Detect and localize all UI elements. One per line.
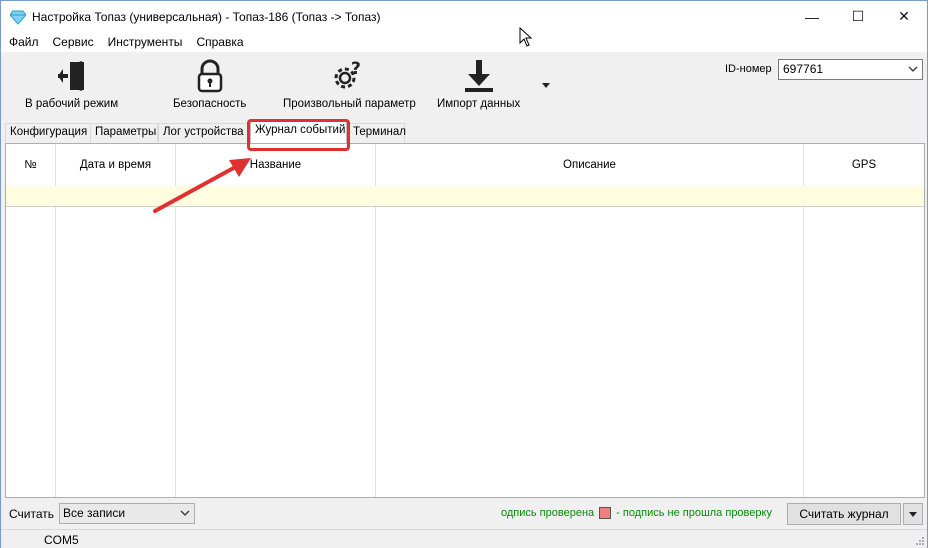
bottom-bar: Считать Все записи одпись проверена - по…: [1, 501, 927, 527]
tab-strip: Конфигурация Параметры Лог устройства Жу…: [1, 121, 927, 143]
caret-down-icon: [909, 512, 917, 517]
read-journal-label: Считать журнал: [799, 507, 889, 521]
chevron-down-icon: [908, 66, 918, 72]
resize-grip-icon[interactable]: [915, 536, 925, 546]
close-button[interactable]: ✕: [881, 1, 927, 32]
records-filter-value: Все записи: [63, 506, 126, 520]
import-data-button[interactable]: Импорт данных: [437, 58, 520, 114]
status-bar: COM5: [1, 529, 927, 548]
status-port: COM5: [44, 533, 79, 547]
title-bar: Настройка Топаз (универсальная) - Топаз-…: [1, 1, 927, 32]
read-journal-button[interactable]: Считать журнал: [787, 503, 901, 525]
chevron-down-icon: [180, 510, 190, 516]
lock-icon: [197, 59, 222, 93]
signature-legend: одпись проверена - подпись не прошла про…: [501, 507, 772, 519]
column-header-gps[interactable]: GPS: [804, 144, 924, 186]
id-number-label: ID-номер: [725, 63, 772, 75]
tab-configuration[interactable]: Конфигурация: [5, 123, 91, 142]
highlight-annotation: [247, 119, 350, 151]
tab-device-log-label: Лог устройства: [163, 126, 244, 138]
column-header-description[interactable]: Описание: [376, 144, 804, 186]
window-title: Настройка Топаз (универсальная) - Топаз-…: [32, 9, 381, 24]
toolbar-dropdown-icon[interactable]: [541, 80, 551, 90]
tab-terminal-label: Терминал: [353, 126, 406, 138]
svg-text:?: ?: [351, 59, 361, 79]
import-data-label: Импорт данных: [437, 98, 521, 110]
custom-param-button[interactable]: ? Произвольный параметр: [283, 58, 416, 114]
exit-door-icon: [57, 61, 84, 91]
minimize-button[interactable]: —: [789, 1, 835, 32]
id-number-combo[interactable]: 697761: [778, 59, 923, 80]
annotation-arrow-icon: [153, 158, 251, 213]
tab-configuration-label: Конфигурация: [10, 126, 88, 138]
work-mode-button[interactable]: В рабочий режим: [25, 58, 118, 114]
column-header-number[interactable]: №: [6, 144, 56, 186]
gear-question-icon: ?: [334, 59, 361, 89]
download-arrow-icon: [464, 60, 493, 92]
legend-failed-swatch: [599, 507, 612, 519]
tab-parameters-label: Параметры: [95, 126, 157, 138]
read-journal-dropdown[interactable]: [903, 503, 923, 525]
records-filter-combo[interactable]: Все записи: [59, 503, 195, 524]
legend-failed-text: - подпись не прошла проверку: [616, 507, 772, 519]
maximize-button[interactable]: ☐: [835, 1, 881, 32]
id-number-value: 697761: [783, 62, 824, 76]
toolbar: В рабочий режим Безопасность ? Произволь…: [1, 52, 927, 118]
security-button[interactable]: Безопасность: [173, 58, 246, 114]
menu-file[interactable]: Файл: [1, 35, 46, 49]
mouse-cursor-icon: [519, 27, 533, 47]
tab-terminal[interactable]: Терминал: [348, 123, 406, 142]
legend-verified-text: одпись проверена: [501, 507, 595, 519]
tab-device-log[interactable]: Лог устройства: [158, 123, 250, 142]
grid-header: № Дата и время Название Описание GPS: [6, 144, 924, 186]
event-journal-panel: № Дата и время Название Описание GPS: [5, 143, 925, 498]
custom-param-label: Произвольный параметр: [283, 98, 416, 110]
menu-bar: Файл Сервис Инструменты Справка: [1, 32, 927, 52]
menu-tools[interactable]: Инструменты: [101, 35, 190, 49]
work-mode-label: В рабочий режим: [25, 98, 119, 110]
security-label: Безопасность: [173, 98, 247, 110]
tab-parameters[interactable]: Параметры: [90, 123, 158, 142]
read-label: Считать: [9, 507, 55, 521]
menu-service[interactable]: Сервис: [46, 35, 101, 49]
menu-help[interactable]: Справка: [189, 35, 250, 49]
app-window: Настройка Топаз (универсальная) - Топаз-…: [0, 0, 928, 548]
window-controls: — ☐ ✕: [789, 1, 927, 32]
table-row[interactable]: [6, 186, 924, 207]
diamond-icon: [10, 10, 26, 25]
